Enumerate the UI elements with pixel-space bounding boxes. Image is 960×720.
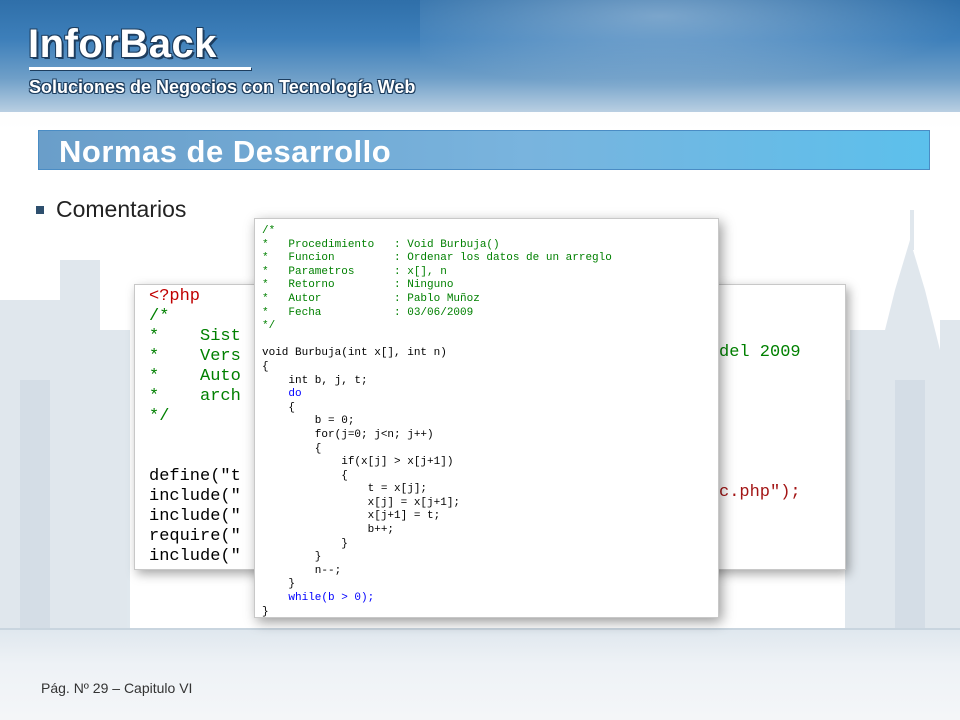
code-line: } <box>262 578 296 591</box>
square-bullet-icon <box>36 205 44 214</box>
code-line: include(" <box>149 487 241 506</box>
bullet-item: Comentarios <box>36 196 186 223</box>
c-code-screenshot: /* * Procedimiento : Void Burbuja() * Fu… <box>254 218 719 618</box>
code-line: while(b > 0); <box>262 592 375 605</box>
code-line: } <box>262 605 269 618</box>
code-line: t = x[j]; <box>262 483 428 496</box>
code-line: * Vers <box>149 347 241 366</box>
code-line: x[j] = x[j+1]; <box>262 496 461 509</box>
code-line: } <box>262 537 348 550</box>
code-line: { <box>262 401 296 414</box>
code-line: * Funcion : Ordenar los datos de un arre… <box>262 252 612 265</box>
code-fragment-year: del 2009 <box>719 343 801 362</box>
bullet-text: Comentarios <box>56 196 187 222</box>
code-line: * Autor : Pablo Muñoz <box>262 292 480 305</box>
code-line: if(x[j] > x[j+1]) <box>262 456 454 469</box>
slide-title: Normas de Desarrollo <box>59 134 392 169</box>
page-footer: Pág. Nº 29 – Capitulo VI <box>41 680 193 696</box>
code-line: define("t <box>149 467 241 486</box>
code-line: * Retorno : Ninguno <box>262 279 454 292</box>
code-line: <?php <box>149 287 201 306</box>
code-line: * Fecha : 03/06/2009 <box>262 306 474 319</box>
header-highlight <box>420 0 960 100</box>
code-line: for(j=0; j<n; j++) <box>262 428 434 441</box>
code-line: } <box>262 551 322 564</box>
brand-logo-text: InforBack <box>28 22 217 66</box>
code-line: include(" <box>149 547 241 566</box>
code-line: * Parametros : x[], n <box>262 265 447 278</box>
code-line: { <box>262 360 269 373</box>
code-line: require(" <box>149 527 241 546</box>
code-line: */ <box>149 407 170 426</box>
code-line: b = 0; <box>262 415 355 428</box>
ground-band <box>0 628 960 720</box>
code-line: */ <box>262 320 276 333</box>
code-line: { <box>262 469 348 482</box>
code-line: /* <box>262 225 276 237</box>
code-line: * Auto <box>149 367 241 386</box>
code-line: b++; <box>262 524 395 537</box>
code-fragment-call: c.php"); <box>719 483 801 502</box>
code-line: * arch <box>149 387 241 406</box>
code-line: x[j+1] = t; <box>262 510 441 523</box>
code-line: void Burbuja(int x[], int n) <box>262 347 447 360</box>
code-line: include(" <box>149 507 241 526</box>
code-line: /* <box>149 307 170 326</box>
code-line: * Procedimiento : Void Burbuja() <box>262 238 500 251</box>
code-line: n--; <box>262 564 342 577</box>
brand-tagline: Soluciones de Negocios con Tecnología We… <box>29 77 416 97</box>
code-line: do <box>262 388 302 401</box>
code-line: int b, j, t; <box>262 374 368 387</box>
code-line: { <box>262 442 322 455</box>
header-band: InforBack Soluciones de Negocios con Tec… <box>0 0 960 112</box>
brand-underline <box>29 67 251 70</box>
slide-title-bar: Normas de Desarrollo <box>38 130 930 170</box>
code-line: * Sist <box>149 327 241 346</box>
